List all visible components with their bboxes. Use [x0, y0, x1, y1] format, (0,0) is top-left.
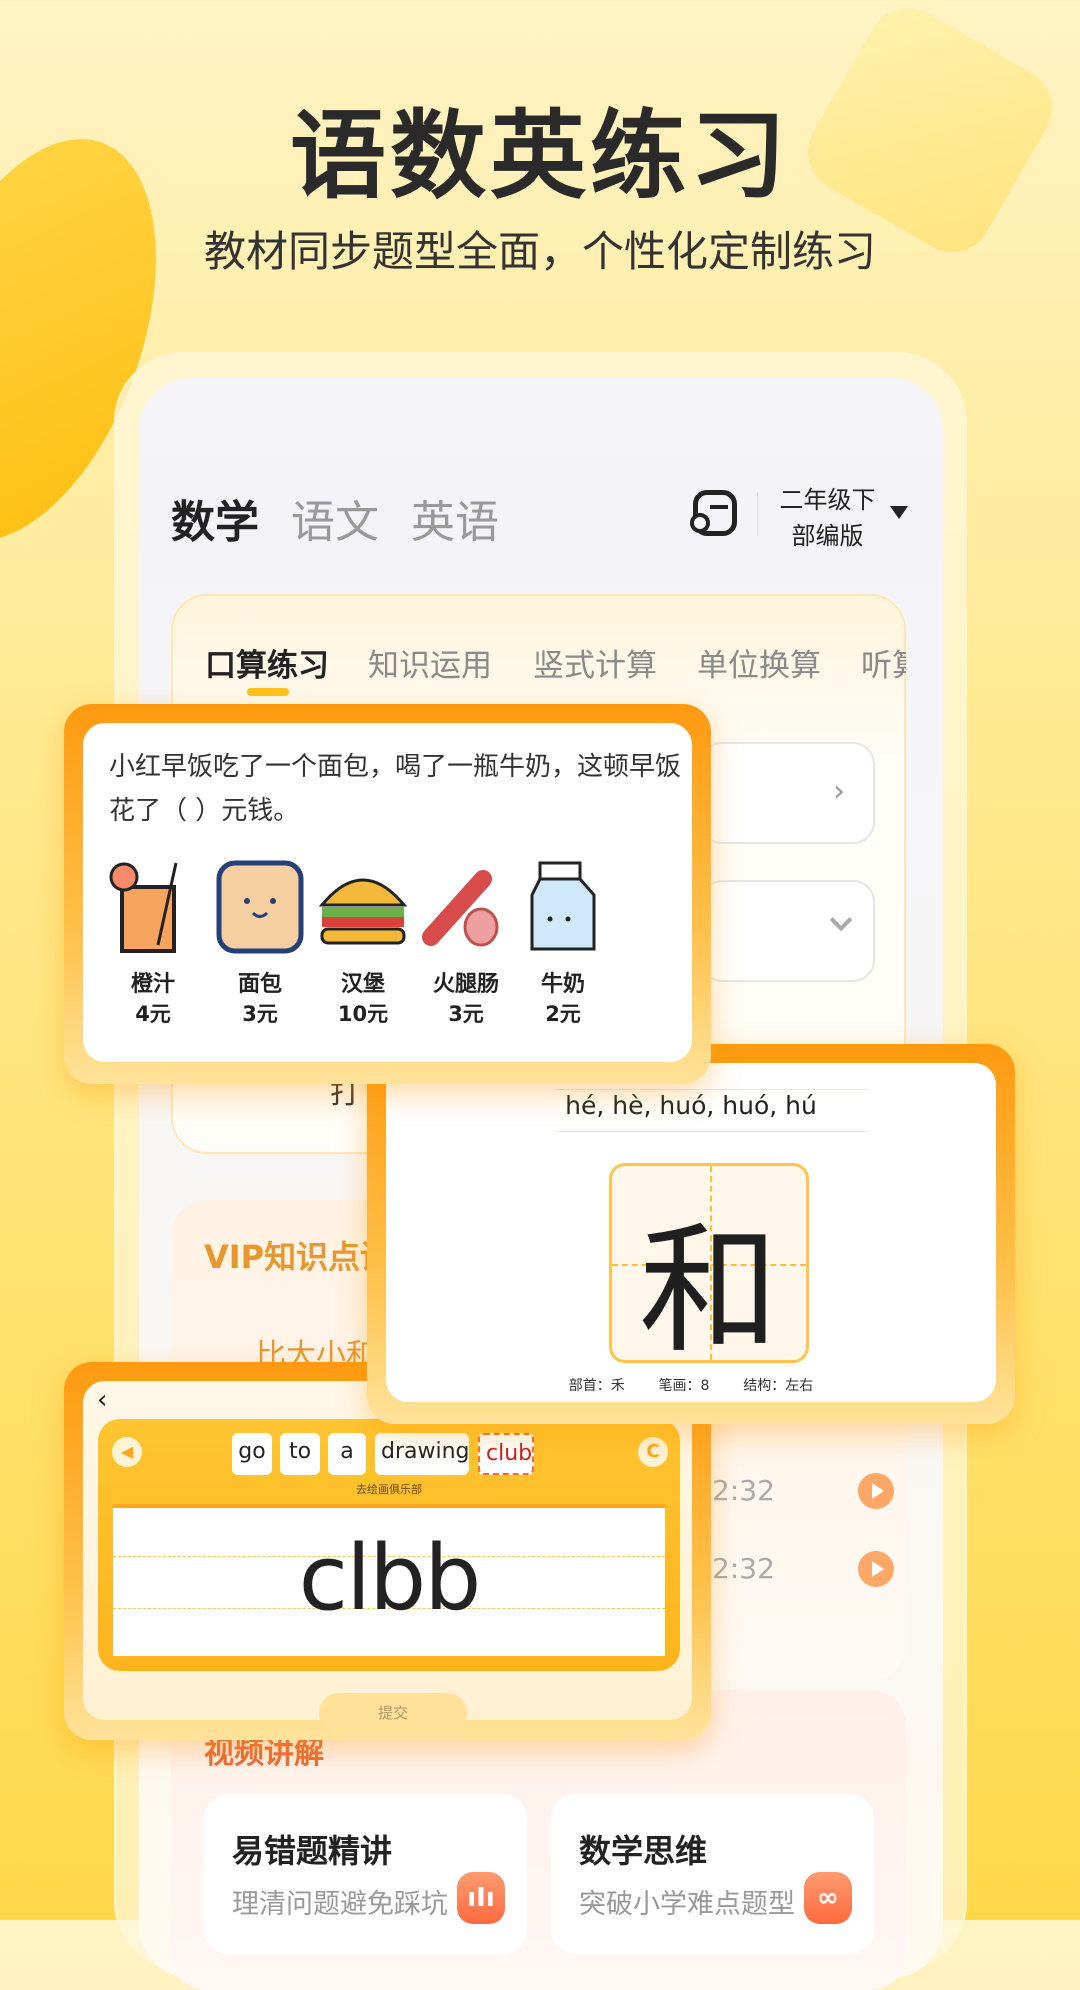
- speaker-icon[interactable]: ◀: [112, 1437, 142, 1467]
- subject-tab-chinese[interactable]: 语文: [291, 486, 379, 550]
- play-icon[interactable]: [858, 1551, 894, 1587]
- food-name: 汉堡: [340, 972, 385, 997]
- practice-tab-knowledge[interactable]: 知识运用: [368, 640, 492, 685]
- duration: 2:32: [712, 1474, 775, 1507]
- video-card-thinking[interactable]: 数学思维突破小学难点题型 ∞: [551, 1794, 874, 1954]
- subject-tab-english[interactable]: 英语: [411, 486, 499, 550]
- card-subtitle: 突破小学难点题型: [579, 1889, 795, 1920]
- orange-juice-icon: [109, 862, 178, 953]
- hanzi-meta: 部首：禾 笔画：8 结构：左右: [386, 1375, 996, 1395]
- card-title: 数学思维: [579, 1832, 708, 1870]
- burger-icon: [318, 878, 408, 945]
- option-row[interactable]: [700, 880, 875, 982]
- spelling-board: ◀ go to a drawing club C 去绘画俱乐部 clbb: [98, 1419, 680, 1671]
- food-name: 橙汁: [130, 972, 175, 997]
- question-card: 小红早饭吃了一个面包，喝了一瓶牛奶，这顿早饭花了（ ）元钱。 橙汁 4元 面包 …: [64, 704, 711, 1084]
- card-title: 易错题精讲: [232, 1832, 393, 1870]
- edition-label: 部编版: [791, 522, 864, 550]
- food-name: 牛奶: [540, 972, 585, 997]
- refresh-icon[interactable]: C: [638, 1437, 668, 1467]
- food-price: 4元: [135, 1002, 171, 1026]
- vip-section-title: VIP知识点讲: [204, 1238, 393, 1276]
- chevron-down-icon: [829, 908, 853, 932]
- practice-tab-unit[interactable]: 单位换算: [697, 640, 821, 685]
- submit-button[interactable]: 提交: [319, 1693, 467, 1733]
- pinyin-line: [556, 1089, 868, 1090]
- practice-tab-vertical[interactable]: 竖式计算: [533, 640, 657, 685]
- word-chip-error: club: [478, 1433, 534, 1475]
- word-chip: drawing: [375, 1433, 470, 1475]
- word-chip: to: [280, 1433, 320, 1475]
- food-item: 面包 3元: [210, 859, 310, 1028]
- question-text: 小红早饭吃了一个面包，喝了一瓶牛奶，这顿早饭花了（ ）元钱。: [109, 752, 682, 826]
- food-price: 3元: [448, 1002, 484, 1026]
- word-chip: a: [328, 1433, 366, 1475]
- handwriting-area[interactable]: clbb: [113, 1504, 665, 1656]
- food-price: 3元: [242, 1002, 278, 1026]
- back-icon[interactable]: ‹: [97, 1385, 107, 1415]
- practice-tab-mental[interactable]: 口算练习: [205, 640, 329, 685]
- radical: 部首：禾: [568, 1378, 625, 1394]
- word-chip: go: [232, 1433, 272, 1475]
- play-icon[interactable]: [858, 1473, 894, 1509]
- food-price: 2元: [545, 1002, 581, 1026]
- history-icon[interactable]: [690, 490, 737, 536]
- duration: 2:32: [712, 1552, 775, 1585]
- sausage-icon: [422, 870, 499, 947]
- tian-grid: 和: [609, 1163, 809, 1373]
- food-item: 汉堡 10元: [313, 859, 413, 1028]
- infinity-icon: ∞: [804, 1872, 852, 1924]
- hanzi-character: 和: [638, 1210, 779, 1373]
- milk-icon: [530, 861, 596, 951]
- option-row[interactable]: ›: [700, 742, 875, 844]
- bread-icon: [216, 860, 304, 954]
- divider: [757, 492, 758, 536]
- practice-tab-listen[interactable]: 听算: [861, 640, 906, 685]
- subject-tab-math[interactable]: 数学: [171, 486, 259, 550]
- food-item: 牛奶 2元: [513, 859, 613, 1028]
- pinyin-text: hé, hè, huó, huó, hú: [565, 1091, 817, 1120]
- card-subtitle: 理清问题避免踩坑: [232, 1889, 448, 1920]
- food-item: 橙汁 4元: [103, 859, 203, 1028]
- structure: 结构：左右: [743, 1378, 814, 1394]
- grade-selector[interactable]: 二年级下 部编版: [775, 482, 880, 554]
- audio-wave-icon: ıIı: [457, 1872, 505, 1924]
- active-tab-indicator: [247, 688, 289, 696]
- translation: 去绘画俱乐部: [356, 1483, 422, 1496]
- hanzi-card: hé, hè, huó, huó, hú 和 部首：禾 笔画：8 结构：左右: [367, 1044, 1015, 1424]
- food-name: 面包: [237, 972, 282, 997]
- headline-subtitle: 教材同步题型全面，个性化定制练习: [203, 227, 876, 276]
- food-item: 火腿肠 3元: [416, 859, 516, 1028]
- food-price: 10元: [337, 1002, 389, 1026]
- handwriting-text: clbb: [298, 1526, 482, 1631]
- headline-title: 语数英练习: [290, 100, 790, 212]
- video-card-mistakes[interactable]: 易错题精讲理清问题避免踩坑 ıIı: [204, 1794, 527, 1954]
- food-name: 火腿肠: [432, 972, 499, 997]
- stroke-count: 笔画：8: [658, 1378, 710, 1394]
- caret-down-icon[interactable]: [890, 506, 908, 519]
- pinyin-line: [556, 1131, 868, 1132]
- chevron-right-icon: ›: [833, 774, 845, 809]
- grade-label: 二年级下: [779, 486, 876, 514]
